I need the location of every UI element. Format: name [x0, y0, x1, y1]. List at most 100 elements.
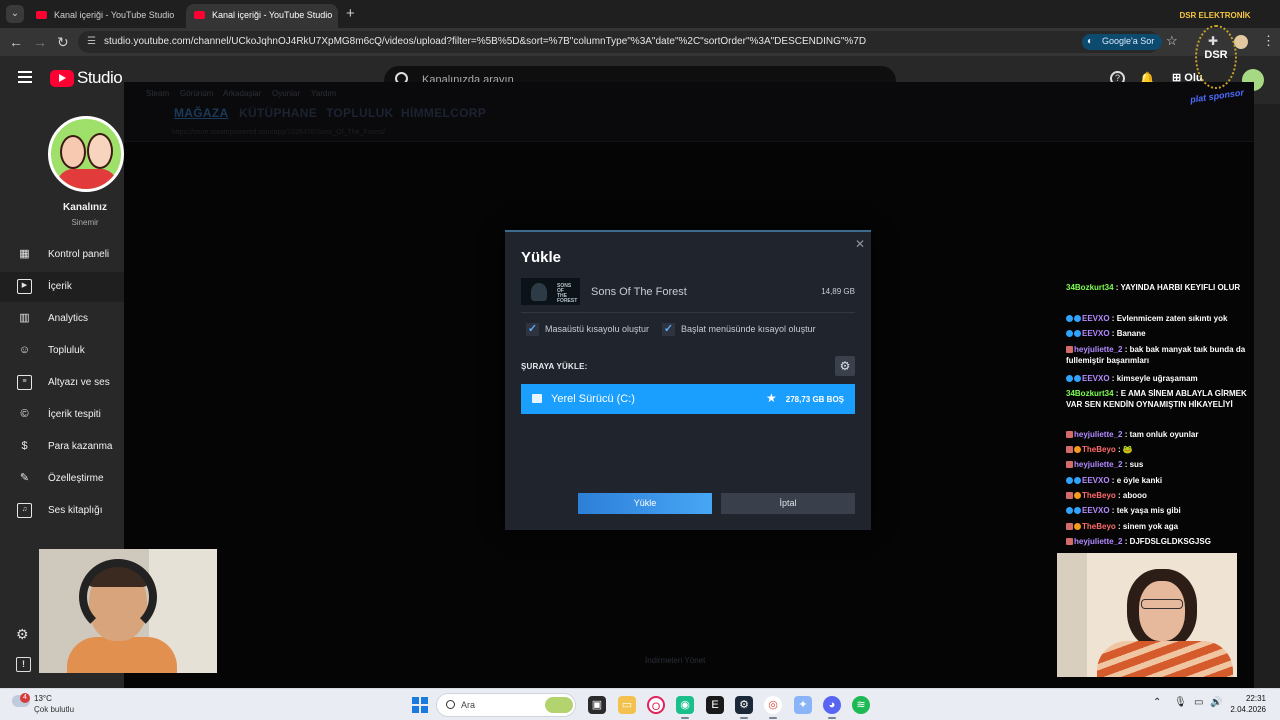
chat-separator: : [1113, 389, 1121, 398]
sidebar-item-content[interactable]: ▶ İçerik [0, 272, 124, 302]
opera-icon[interactable]: O [647, 696, 665, 714]
new-tab-button[interactable]: + [346, 5, 355, 22]
vip-badge-icon [1066, 461, 1073, 468]
close-icon[interactable]: ✕ [855, 237, 865, 251]
sidebar-item-audio-library[interactable]: ♫ Ses kitaplığı [0, 496, 124, 526]
chat-message: 34Bozkurt34 : E AMA SİNEM ABLAYLA GİRMEK… [1066, 388, 1250, 410]
chat-username: TheBeyo [1082, 491, 1116, 500]
sidebar-item-subtitles[interactable]: ≡ Altyazı ve ses [0, 368, 124, 398]
file-explorer-icon[interactable]: ▭ [618, 696, 636, 714]
discord-icon[interactable]: ◕ [823, 696, 841, 719]
chat-message: heyjuliette_2 : bak bak manyak taık bund… [1066, 344, 1250, 366]
sidebar-item-label: Analytics [48, 313, 89, 324]
chat-message: EEVXO : Evlenmicem zaten sıkıntı yok [1066, 313, 1250, 324]
chat-username: TheBeyo [1082, 522, 1116, 531]
chat-message: heyjuliette_2 : DJFDSLGLDKSGJSG [1066, 536, 1250, 547]
chat-separator: : [1115, 491, 1123, 500]
spotify-icon[interactable]: ≋ [852, 696, 870, 714]
sidebar-item-label: Para kazanma [48, 441, 113, 452]
chat-text: 🐸 [1122, 445, 1133, 454]
browser-tab-1[interactable]: Kanal içeriği - YouTube Studio ✕ [28, 4, 180, 28]
chrome-icon[interactable]: ◎ [764, 696, 782, 719]
chat-text: Evlenmicem zaten sıkıntı yok [1116, 314, 1228, 323]
youtube-logo-icon[interactable] [50, 70, 74, 87]
checkbox-label: Masaüstü kısayolu oluştur [545, 324, 650, 334]
sponsor-overlay: DSR ELEKTRONİK DSR plat sponsor [1170, 11, 1260, 107]
storage-settings-button[interactable]: ⚙ [835, 356, 855, 376]
chat-separator: : [1109, 374, 1117, 383]
taskbar-search-input[interactable]: Ara [436, 693, 576, 717]
chat-message: TheBeyo : 🐸 [1066, 444, 1250, 455]
chat-text: e öyle kanki [1116, 476, 1163, 485]
more-menu-icon[interactable]: ⋮ [1262, 33, 1275, 49]
chat-separator: : [1122, 460, 1130, 469]
tab-title: Kanal içeriği - YouTube Studio [54, 10, 175, 20]
sidebar-item-analytics[interactable]: ▥ Analytics [0, 304, 124, 334]
menu-icon[interactable] [18, 71, 32, 83]
steam-menu-item: Görünüm [180, 89, 214, 98]
clock-time[interactable]: 22:31 [1236, 694, 1266, 703]
network-app-icon[interactable]: ✦ [794, 696, 812, 714]
volume-icon[interactable]: 🔊 [1210, 697, 1222, 708]
chat-username: heyjuliette_2 [1074, 460, 1123, 469]
sidebar-item-community[interactable]: ☺ Topluluk [0, 336, 124, 366]
monetization-icon: $ [21, 440, 28, 452]
sidebar-item-dashboard[interactable]: ▦ Kontrol paneli [0, 240, 124, 270]
obs-app-icon[interactable]: ◉ [676, 696, 694, 719]
sidebar-item-label: Topluluk [48, 345, 85, 356]
tab-search-icon[interactable]: ⌄ [6, 5, 24, 23]
epic-games-icon[interactable]: E [706, 696, 724, 714]
weather-alert-badge: 4 [20, 693, 30, 703]
sidebar-item-customization[interactable]: ✎ Özelleştirme [0, 464, 124, 494]
sub-badge-icon [1066, 477, 1073, 484]
feedback-icon[interactable]: ! [16, 657, 31, 672]
channel-avatar[interactable] [48, 116, 124, 192]
webcam-background [1057, 553, 1087, 677]
back-icon[interactable]: ← [9, 34, 23, 50]
startmenu-shortcut-checkbox[interactable]: ✓ Başlat menüsünde kısayol oluştur [662, 323, 816, 337]
steam-menu-item: Yardım [311, 89, 337, 98]
microphone-icon[interactable]: 🎙 [1174, 697, 1187, 708]
steam-icon[interactable]: ⚙ [735, 696, 753, 719]
windows-start-icon[interactable] [412, 697, 428, 713]
sidebar-item-label: İçerik [48, 281, 72, 292]
tray-overflow-icon[interactable]: ⌃ [1153, 697, 1161, 708]
google-ask-button[interactable]: ◐ Google'a Sor [1082, 34, 1163, 50]
settings-gear-icon[interactable]: ⚙ [16, 626, 29, 643]
mod-badge-icon [1074, 492, 1081, 499]
sidebar-item-monetization[interactable]: $ Para kazanma [0, 432, 124, 462]
chat-separator: : [1122, 345, 1130, 354]
avatar-illustration [57, 169, 117, 189]
weather-description: Çok bulutlu [34, 705, 75, 714]
steam-nav-community: TOPLULUK [326, 106, 394, 120]
sub-badge-icon [1074, 330, 1081, 337]
channel-name: Kanalınız [63, 202, 107, 213]
chat-text: DJFDSLGLDKSGJSG [1129, 537, 1211, 546]
sidebar-item-copyright[interactable]: © İçerik tespiti [0, 400, 124, 430]
sub-badge-icon [1066, 330, 1073, 337]
install-button[interactable]: Yükle [578, 493, 712, 514]
network-icon[interactable]: ▭ [1194, 697, 1203, 708]
chat-separator: : [1115, 522, 1123, 531]
reload-icon[interactable]: ↻ [57, 34, 69, 51]
chat-text: kimseyle uğraşamam [1116, 374, 1198, 383]
game-name: Sons Of The Forest [591, 286, 687, 298]
drive-option-selected[interactable]: Yerel Sürücü (C:) ★ 278,73 GB BOŞ [521, 384, 855, 414]
chat-text: sinem yok aga [1122, 522, 1179, 531]
game-info-row: SONS OF THE FOREST Sons Of The Forest 14… [521, 278, 855, 306]
chat-message: 34Bozkurt34 : YAYINDA HARBI KEYIFLI OLUR [1066, 282, 1250, 293]
cancel-button[interactable]: İptal [721, 493, 855, 514]
browser-tab-2[interactable]: Kanal içeriği - YouTube Studio ✕ [186, 4, 338, 28]
forward-icon[interactable]: → [33, 34, 47, 50]
desktop-shortcut-checkbox[interactable]: ✓ Masaüstü kısayolu oluştur [526, 323, 649, 337]
streamer-webcam-left [39, 549, 217, 673]
clock-date[interactable]: 2.04.2026 [1226, 705, 1266, 714]
task-view-icon[interactable]: ▣ [588, 696, 606, 714]
channel-handle: Sinemir [71, 218, 99, 227]
chat-username: EEVXO [1082, 506, 1110, 515]
site-info-icon[interactable]: ☰ [87, 36, 96, 47]
sub-badge-icon [1066, 315, 1073, 322]
chat-text: sus [1129, 460, 1144, 469]
url-field[interactable]: ☰ studio.youtube.com/channel/UCkoJqhnOJ4… [78, 31, 1160, 53]
search-icon [446, 700, 455, 709]
